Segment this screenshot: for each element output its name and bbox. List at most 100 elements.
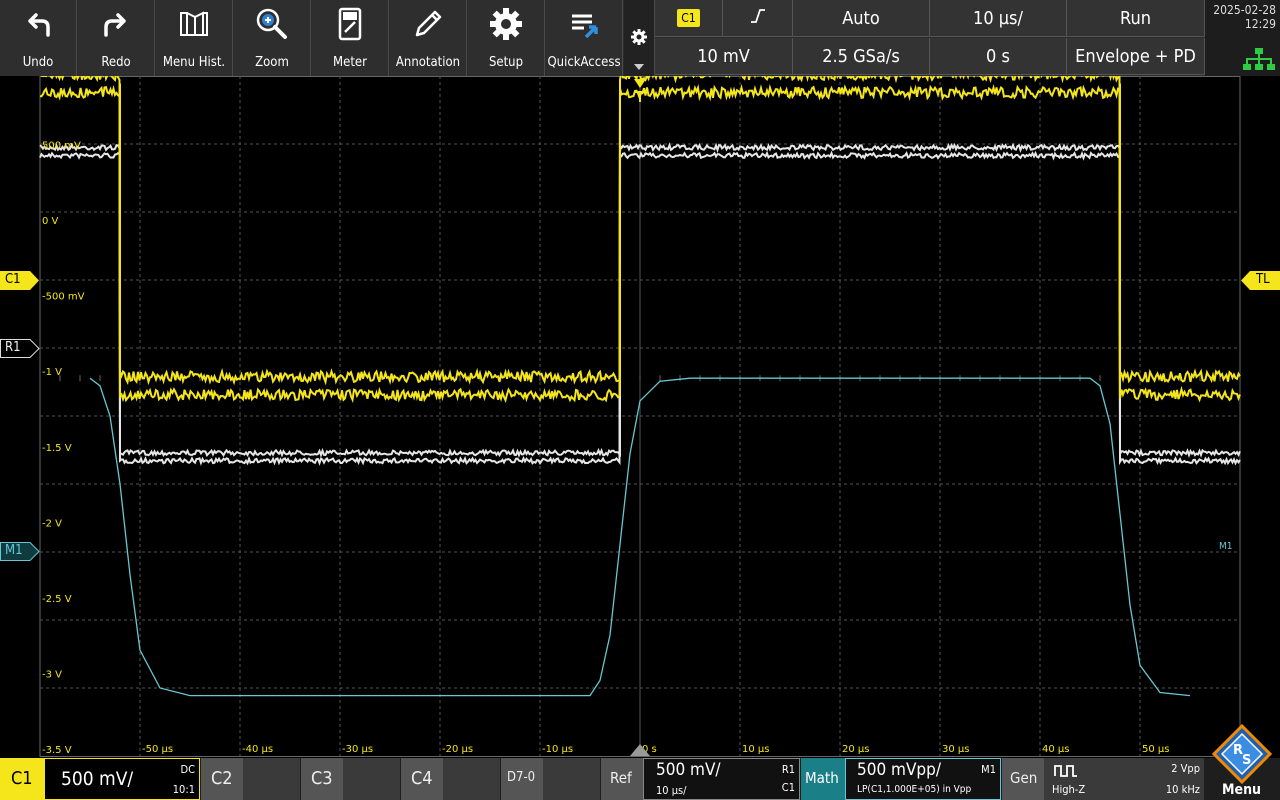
- zoom-button[interactable]: Zoom: [234, 0, 311, 76]
- m1-offset-marker[interactable]: M1: [0, 542, 40, 561]
- y-axis-label: -2.5 V: [42, 594, 72, 605]
- trigger-mode-cell[interactable]: Auto: [793, 0, 930, 37]
- c2-channel-tab[interactable]: C2: [201, 758, 243, 800]
- y-axis-label: -1 V: [42, 367, 62, 378]
- math-expression: LP(C1,1.000E+05) in Vpp: [857, 784, 972, 795]
- menu-history-icon: [180, 11, 208, 36]
- x-axis-label: -20 µs: [442, 744, 473, 755]
- square-wave-icon: [1054, 765, 1077, 777]
- gen-impedance: High-Z: [1052, 783, 1086, 796]
- x-axis-label: 50 µs: [1142, 744, 1169, 755]
- c1-offset-marker[interactable]: C1: [0, 271, 40, 290]
- chevron-down-icon: [634, 64, 644, 70]
- annotation-label: Annotation: [395, 55, 461, 70]
- meter-label: Meter: [333, 55, 367, 70]
- ref-scale: 500 mV/: [656, 760, 721, 780]
- c1-channel-tab[interactable]: C1: [0, 758, 44, 800]
- toolbar-settings-button[interactable]: [624, 0, 655, 76]
- meter-button[interactable]: Meter: [312, 0, 389, 76]
- zoom-label: Zoom: [255, 55, 289, 70]
- c4-tab-label: C4: [411, 768, 433, 789]
- undo-label: Undo: [22, 55, 54, 70]
- waveform-display[interactable]: 500 mV 0 V -500 mV -1 V -1.5 V -2 V -2.5 V -3 V…: [0, 65, 1280, 757]
- undo-icon: [28, 13, 50, 37]
- c1-tab-label: C1: [11, 768, 33, 789]
- quick-access-label: QuickAccess: [547, 55, 621, 70]
- c4-channel-tab[interactable]: C4: [401, 758, 443, 800]
- c1-scale: 500 mV/: [61, 768, 134, 790]
- rising-edge-icon: [749, 8, 767, 29]
- gen-settings-box[interactable]: High-Z 2 Vpp 10 kHz: [1044, 758, 1204, 800]
- digital-channel-tab[interactable]: D7-0: [501, 758, 543, 800]
- y-axis-label: -2 V: [42, 518, 62, 529]
- y-axis-label: 0 V: [42, 216, 59, 227]
- small-gear-icon: [631, 29, 647, 45]
- menu-history-button[interactable]: Menu Hist.: [156, 0, 233, 76]
- c1-marker-label: C1: [5, 272, 21, 287]
- c1-scale-box[interactable]: 500 mV/ DC 10:1: [44, 758, 200, 800]
- redo-label: Redo: [101, 55, 131, 70]
- network-icon: [1243, 48, 1275, 70]
- x-axis-label: 40 µs: [1042, 744, 1069, 755]
- c4-scale-box[interactable]: [443, 758, 500, 800]
- trigger-slope-cell[interactable]: [723, 0, 793, 37]
- redo-icon: [104, 13, 126, 37]
- annotation-button[interactable]: Annotation: [390, 0, 467, 76]
- ref-scale-box[interactable]: 500 mV/ 10 µs/ R1 C1: [643, 758, 800, 800]
- time-scale-cell[interactable]: 10 µs/: [930, 0, 1067, 37]
- toolbar: Undo Redo Menu Hist. Zoom Meter Annotati…: [0, 0, 1280, 76]
- trigger-source-cell[interactable]: C1: [655, 0, 723, 37]
- waveform-graph[interactable]: 500 mV 0 V -500 mV -1 V -1.5 V -2 V -2.5 V -3 V…: [0, 65, 1280, 757]
- c3-channel-tab[interactable]: C3: [301, 758, 343, 800]
- redo-button[interactable]: Redo: [78, 0, 155, 76]
- x-axis-label: -30 µs: [342, 744, 373, 755]
- gen-amplitude: 2 Vpp: [1171, 762, 1200, 775]
- trigger-level-marker[interactable]: TL: [1240, 271, 1280, 290]
- undo-button[interactable]: Undo: [0, 0, 77, 76]
- x-axis-labels: -50 µs -40 µs -30 µs -20 µs -10 µs 0 s 10 µs 20…: [142, 744, 1169, 756]
- menu-label: Menu: [1222, 782, 1262, 798]
- m1-trace-label: M1: [1219, 541, 1233, 552]
- ref-tab[interactable]: Ref: [601, 758, 643, 800]
- trigger-position-cell[interactable]: 0 s: [930, 38, 1067, 75]
- y-axis-label: -500 mV: [42, 292, 85, 303]
- x-axis-label: -10 µs: [542, 744, 573, 755]
- run-state-cell[interactable]: Run: [1067, 0, 1205, 37]
- menu-history-label: Menu Hist.: [162, 55, 226, 70]
- math-scale: 500 mVpp/: [857, 760, 941, 780]
- math-tab[interactable]: Math: [801, 758, 845, 800]
- svg-text:S: S: [1242, 753, 1251, 768]
- setup-label: Setup: [488, 55, 524, 70]
- r1-offset-marker[interactable]: R1: [0, 339, 40, 358]
- y-axis-label: -3.5 V: [42, 745, 72, 756]
- annotation-pencil-icon: [415, 10, 442, 37]
- ref-tab-label: Ref: [610, 769, 632, 787]
- trigger-level-cell[interactable]: 10 mV: [655, 38, 793, 75]
- gen-tab-label: Gen: [1010, 769, 1038, 787]
- acq-mode-cell[interactable]: Envelope + PD: [1067, 38, 1205, 75]
- sample-rate-cell[interactable]: 2.5 GSa/s: [793, 38, 930, 75]
- bottom-bar: C1 500 mV/ DC 10:1 C2 C3 C4 D7-0 Ref 500…: [0, 724, 1280, 800]
- math-scale-box[interactable]: 500 mVpp/ M1 LP(C1,1.000E+05) in Vpp: [845, 758, 1001, 800]
- setup-button[interactable]: Setup: [468, 0, 545, 76]
- y-axis-label: -1.5 V: [42, 443, 72, 454]
- y-axis-labels: 500 mV 0 V -500 mV -1 V -1.5 V -2 V -2.5 V -3 V…: [42, 141, 85, 756]
- c1-coupling: DC: [180, 763, 195, 776]
- main-menu-button[interactable]: R S Menu: [1204, 724, 1280, 800]
- d70-tab-label: D7-0: [507, 770, 536, 785]
- c2-scale-box[interactable]: [243, 758, 300, 800]
- gen-tab[interactable]: Gen: [1002, 758, 1044, 800]
- c3-scale-box[interactable]: [343, 758, 400, 800]
- quick-access-button[interactable]: QuickAccess: [546, 0, 623, 76]
- c3-tab-label: C3: [311, 768, 333, 789]
- tl-marker-label: TL: [1256, 272, 1270, 287]
- r1-marker-label: R1: [5, 340, 21, 355]
- m1-marker-label: M1: [5, 543, 23, 558]
- c1-probe: 10:1: [172, 783, 195, 796]
- quick-access-icon: [572, 14, 598, 39]
- ref-name: R1: [781, 763, 795, 776]
- x-axis-label: -40 µs: [242, 744, 273, 755]
- gear-icon: [490, 8, 522, 40]
- digital-scale-box[interactable]: [543, 758, 600, 800]
- x-axis-label: 30 µs: [942, 744, 969, 755]
